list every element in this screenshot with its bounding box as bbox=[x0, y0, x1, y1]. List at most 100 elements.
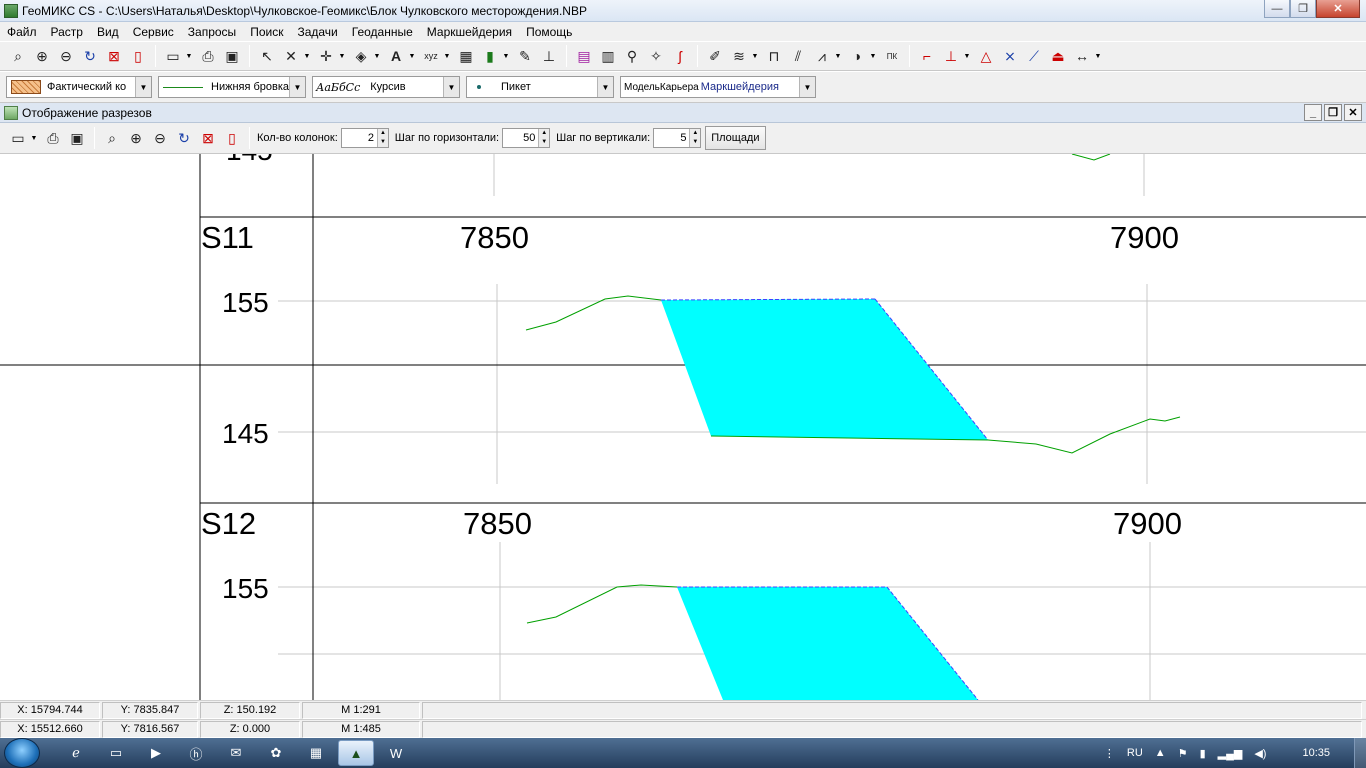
menu-tasks[interactable]: Задачи bbox=[290, 25, 344, 39]
hatch-icon[interactable]: ≋ bbox=[728, 45, 750, 67]
point-tool-icon[interactable]: ✛ bbox=[315, 45, 337, 67]
power-icon[interactable]: ▮ bbox=[1200, 747, 1206, 760]
spinner-arrows-icon[interactable]: ▲ ▼ bbox=[538, 129, 550, 147]
zoom-out-icon[interactable]: ⊖ bbox=[149, 127, 171, 149]
zoom-box-icon[interactable]: ⊠ bbox=[103, 45, 125, 67]
curve-icon[interactable]: ʃ bbox=[669, 45, 691, 67]
explorer-icon[interactable]: ▭ bbox=[98, 740, 134, 766]
contrast-icon[interactable]: ◑ bbox=[846, 45, 868, 67]
zoom-icon[interactable]: ⌕ bbox=[101, 127, 123, 149]
new-document-icon[interactable]: ▭ bbox=[7, 127, 29, 149]
menu-raster[interactable]: Растр bbox=[44, 25, 90, 39]
maximize-button[interactable]: ❐ bbox=[1290, 0, 1316, 18]
pk-icon[interactable]: ПК bbox=[881, 45, 903, 67]
dropdown-arrow-icon[interactable]: ▼ bbox=[338, 45, 346, 67]
print-preview-icon[interactable]: ⎙ bbox=[42, 127, 64, 149]
measure-icon[interactable]: ✧ bbox=[645, 45, 667, 67]
menu-surveying[interactable]: Маркшейдерия bbox=[420, 25, 519, 39]
dimension-icon[interactable]: ↔ bbox=[1071, 45, 1093, 67]
zoom-in-icon[interactable]: ⊕ bbox=[31, 45, 53, 67]
child-close-button[interactable]: ✕ bbox=[1344, 104, 1362, 121]
dropdown-arrow-icon[interactable]: ▼ bbox=[1094, 45, 1102, 67]
refresh-icon[interactable]: ↻ bbox=[79, 45, 101, 67]
select-arrow-icon[interactable]: ↖ bbox=[256, 45, 278, 67]
zoom-extent-icon[interactable]: ▯ bbox=[221, 127, 243, 149]
volume-icon[interactable]: ◀) bbox=[1254, 747, 1266, 760]
frame-icon[interactable]: ▣ bbox=[221, 45, 243, 67]
zoom-out-icon[interactable]: ⊖ bbox=[55, 45, 77, 67]
areas-button[interactable]: Площади bbox=[705, 126, 766, 150]
print-preview-icon[interactable]: ⎙ bbox=[197, 45, 219, 67]
vstep-spinner[interactable]: 5 ▲ ▼ bbox=[653, 128, 702, 148]
table-icon[interactable]: ▦ bbox=[455, 45, 477, 67]
child-restore-button[interactable]: ❐ bbox=[1324, 104, 1342, 121]
columns-spinner[interactable]: 2 ▲ ▼ bbox=[340, 128, 389, 148]
layers-icon[interactable]: ▤ bbox=[573, 45, 595, 67]
word-icon[interactable]: W bbox=[378, 740, 414, 766]
chart-icon[interactable]: ▮ bbox=[479, 45, 501, 67]
refresh-icon[interactable]: ↻ bbox=[173, 127, 195, 149]
line-tool-icon[interactable]: ✕ bbox=[280, 45, 302, 67]
volume-icon[interactable]: ⏏ bbox=[1047, 45, 1069, 67]
dropdown-arrow-icon[interactable]: ▼ bbox=[30, 127, 38, 149]
internet-explorer-icon[interactable]: ℯ bbox=[58, 740, 94, 766]
dropdown-arrow-icon[interactable]: ▼ bbox=[751, 45, 759, 67]
zoom-extent-icon[interactable]: ▯ bbox=[127, 45, 149, 67]
spinner-arrows-icon[interactable]: ▲ ▼ bbox=[377, 129, 388, 147]
clock[interactable]: 10:35 bbox=[1302, 747, 1330, 759]
menu-service[interactable]: Сервис bbox=[126, 25, 181, 39]
paint-icon[interactable]: ✿ bbox=[258, 740, 294, 766]
close-button[interactable]: ✕ bbox=[1316, 0, 1360, 18]
language-indicator[interactable]: RU bbox=[1127, 747, 1143, 759]
eyedropper-icon[interactable]: ✎ bbox=[514, 45, 536, 67]
calculator-icon[interactable]: ▦ bbox=[298, 740, 334, 766]
zoom-in-icon[interactable]: ⊕ bbox=[125, 127, 147, 149]
fill-tool-icon[interactable]: ◈ bbox=[350, 45, 372, 67]
child-minimize-button[interactable]: _ bbox=[1304, 104, 1322, 121]
dropdown-arrow-icon[interactable]: ▼ bbox=[185, 45, 193, 67]
line-style-combo[interactable]: Нижняя бровка ▼ bbox=[158, 76, 306, 98]
media-player-icon[interactable]: ▶ bbox=[138, 740, 174, 766]
xyz-icon[interactable]: xyz bbox=[420, 45, 442, 67]
text-tool-icon[interactable]: A bbox=[385, 45, 407, 67]
network-icon[interactable]: ▂▄▆ bbox=[1218, 747, 1243, 760]
menu-search[interactable]: Поиск bbox=[243, 25, 290, 39]
probe-icon[interactable]: ⚲ bbox=[621, 45, 643, 67]
perpendicular-icon[interactable]: ⊥ bbox=[940, 45, 962, 67]
menu-file[interactable]: Файл bbox=[0, 25, 44, 39]
contour-style-combo[interactable]: Фактический ко ▼ bbox=[6, 76, 152, 98]
menu-queries[interactable]: Запросы bbox=[181, 25, 243, 39]
action-center-icon[interactable]: ⚑ bbox=[1178, 747, 1188, 760]
sections-canvas[interactable]: 145 S11 7850 7900 155 145 S12 7850 7900 … bbox=[0, 154, 1366, 700]
model-combo[interactable]: МодельКарьера Маркшейдерия ▼ bbox=[620, 76, 816, 98]
profile-icon[interactable]: ⊓ bbox=[763, 45, 785, 67]
start-button[interactable] bbox=[4, 738, 40, 768]
dropdown-arrow-icon[interactable]: ▼ bbox=[869, 45, 877, 67]
zoom-icon[interactable]: ⌕ bbox=[7, 45, 29, 67]
dropdown-arrow-icon[interactable]: ▼ bbox=[408, 45, 416, 67]
spinner-arrows-icon[interactable]: ▲ ▼ bbox=[689, 129, 701, 147]
triangle-icon[interactable]: △ bbox=[975, 45, 997, 67]
menu-help[interactable]: Помощь bbox=[519, 25, 579, 39]
corner-icon[interactable]: ⌐ bbox=[916, 45, 938, 67]
zoom-box-icon[interactable]: ⊠ bbox=[197, 127, 219, 149]
diagonal-icon[interactable]: ⟋ bbox=[1023, 45, 1045, 67]
hstep-spinner[interactable]: 50 ▲ ▼ bbox=[502, 128, 551, 148]
point-style-combo[interactable]: Пикет ▼ bbox=[466, 76, 614, 98]
menu-geodata[interactable]: Геоданные bbox=[345, 25, 420, 39]
new-document-icon[interactable]: ▭ bbox=[162, 45, 184, 67]
dropdown-arrow-icon[interactable]: ▼ bbox=[963, 45, 971, 67]
cross-line-icon[interactable]: ⨯ bbox=[999, 45, 1021, 67]
dropdown-arrow-icon[interactable]: ▼ bbox=[834, 45, 842, 67]
hp-icon[interactable]: ⓗ bbox=[178, 740, 214, 766]
dropdown-arrow-icon[interactable]: ▼ bbox=[373, 45, 381, 67]
font-style-combo[interactable]: АаБбСс Курсив ▼ bbox=[312, 76, 460, 98]
parallel-lines-icon[interactable]: ⫽ bbox=[787, 45, 809, 67]
snap-icon[interactable]: ⊥ bbox=[538, 45, 560, 67]
dropdown-arrow-icon[interactable]: ▼ bbox=[303, 45, 311, 67]
frame-icon[interactable]: ▣ bbox=[66, 127, 88, 149]
minimize-button[interactable]: — bbox=[1264, 0, 1290, 18]
dropdown-arrow-icon[interactable]: ▼ bbox=[502, 45, 510, 67]
menu-view[interactable]: Вид bbox=[90, 25, 126, 39]
show-desktop-button[interactable] bbox=[1354, 738, 1366, 768]
